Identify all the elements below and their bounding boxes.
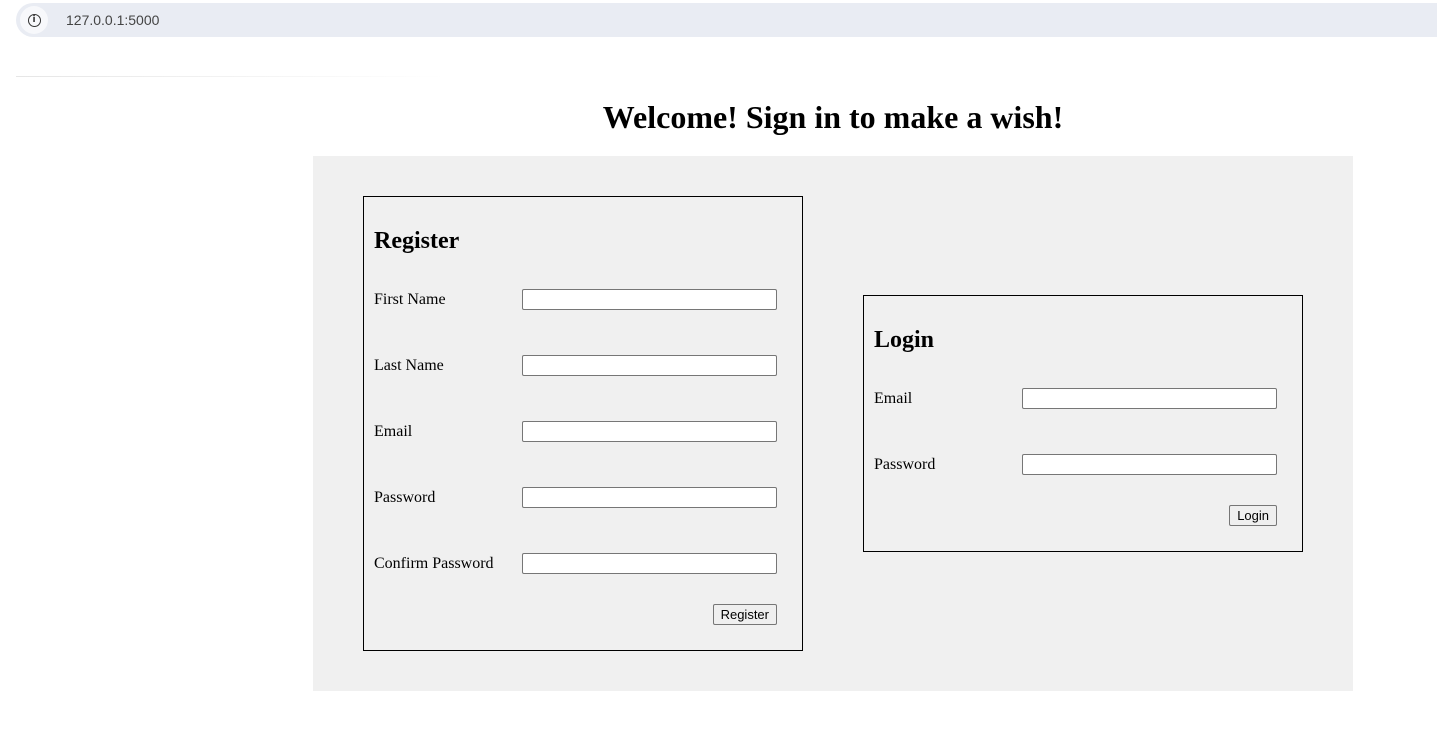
forms-panel: Register First Name Last Name Email Pass… bbox=[313, 156, 1353, 691]
register-first-name-row: First Name bbox=[374, 289, 777, 311]
register-password-label: Password bbox=[374, 489, 436, 506]
info-icon: i bbox=[27, 13, 41, 27]
login-email-label: Email bbox=[874, 390, 913, 407]
login-password-label: Password bbox=[874, 456, 936, 473]
login-email-input[interactable] bbox=[1022, 388, 1277, 409]
site-info-button[interactable]: i bbox=[20, 6, 48, 34]
url-text: 127.0.0.1:5000 bbox=[66, 12, 160, 28]
register-confirm-password-row: Confirm Password bbox=[374, 553, 777, 575]
last-name-label: Last Name bbox=[374, 357, 444, 374]
confirm-password-label: Confirm Password bbox=[374, 555, 494, 572]
login-password-input[interactable] bbox=[1022, 454, 1277, 475]
register-password-input[interactable] bbox=[522, 487, 777, 508]
browser-address-bar[interactable]: i 127.0.0.1:5000 bbox=[16, 3, 1437, 37]
register-last-name-row: Last Name bbox=[374, 355, 777, 377]
login-button[interactable]: Login bbox=[1229, 505, 1277, 526]
first-name-input[interactable] bbox=[522, 289, 777, 310]
page-title: Welcome! Sign in to make a wish! bbox=[602, 99, 1064, 135]
register-password-row: Password bbox=[374, 487, 777, 509]
register-form: Register First Name Last Name Email Pass… bbox=[363, 196, 803, 651]
register-email-row: Email bbox=[374, 421, 777, 443]
login-heading: Login bbox=[874, 327, 935, 353]
register-button[interactable]: Register bbox=[712, 604, 777, 625]
confirm-password-input[interactable] bbox=[522, 553, 777, 574]
last-name-input[interactable] bbox=[522, 355, 777, 376]
register-email-label: Email bbox=[374, 423, 413, 440]
login-form: Login Email Password Login bbox=[863, 295, 1303, 552]
header-divider bbox=[16, 76, 446, 77]
login-email-row: Email bbox=[874, 388, 1277, 410]
register-heading: Register bbox=[374, 228, 460, 254]
login-password-row: Password bbox=[874, 454, 1277, 476]
register-email-input[interactable] bbox=[522, 421, 777, 442]
first-name-label: First Name bbox=[374, 291, 446, 308]
